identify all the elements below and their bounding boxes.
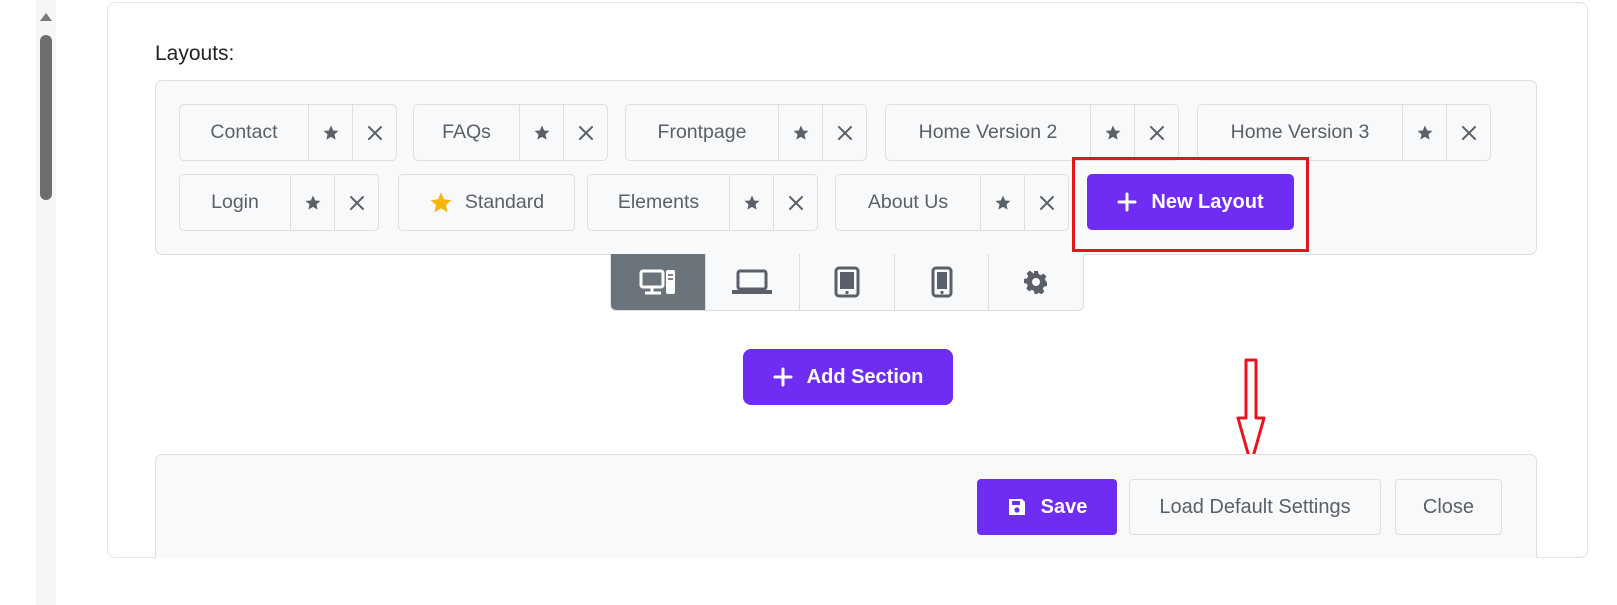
- laptop-button[interactable]: [704, 254, 800, 310]
- layouts-heading: Layouts:: [155, 42, 235, 65]
- layout-chip-home-version-3: Home Version 3: [1197, 104, 1491, 161]
- close-button[interactable]: Close: [1395, 479, 1502, 535]
- tablet-button[interactable]: [799, 254, 894, 310]
- star-icon[interactable]: [980, 175, 1024, 230]
- star-icon[interactable]: [519, 105, 563, 160]
- layout-name[interactable]: Home Version 3: [1198, 105, 1402, 160]
- close-icon[interactable]: [352, 105, 396, 160]
- annotation-highlight-box: [1072, 157, 1309, 252]
- star-icon[interactable]: [1090, 105, 1134, 160]
- scroll-up-arrow-icon[interactable]: [40, 13, 52, 21]
- layout-chip-about-us: About Us: [835, 174, 1069, 231]
- gear-icon: [1024, 270, 1048, 294]
- close-icon[interactable]: [1446, 105, 1490, 160]
- device-toolbar: [610, 254, 1084, 311]
- close-icon[interactable]: [1024, 175, 1068, 230]
- add-section-button[interactable]: Add Section: [743, 349, 953, 405]
- layout-chip-faqs: FAQs: [413, 104, 608, 161]
- close-icon[interactable]: [563, 105, 607, 160]
- layout-name-wrapper: Standard: [399, 175, 574, 230]
- star-icon[interactable]: [778, 105, 822, 160]
- layout-chip-standard[interactable]: Standard: [398, 174, 575, 231]
- annotation-down-arrow: [1236, 358, 1266, 466]
- layout-name[interactable]: Elements: [588, 175, 729, 230]
- scrollbar-thumb[interactable]: [40, 35, 52, 200]
- load-default-settings-button[interactable]: Load Default Settings: [1129, 479, 1381, 535]
- layout-name[interactable]: Contact: [180, 105, 308, 160]
- layout-name[interactable]: Login: [180, 175, 290, 230]
- close-icon[interactable]: [773, 175, 817, 230]
- layout-chip-home-version-2: Home Version 2: [885, 104, 1179, 161]
- layout-chip-frontpage: Frontpage: [625, 104, 867, 161]
- add-section-label: Add Section: [806, 365, 924, 388]
- save-label: Save: [1040, 495, 1088, 518]
- layout-name[interactable]: Home Version 2: [886, 105, 1090, 160]
- mobile-button[interactable]: [893, 254, 989, 310]
- mobile-icon: [931, 266, 953, 298]
- layout-name: Standard: [464, 191, 545, 213]
- save-button[interactable]: Save: [977, 479, 1117, 535]
- tablet-icon: [834, 266, 860, 298]
- layout-chip-login: Login: [179, 174, 379, 231]
- plus-icon: [773, 367, 793, 387]
- settings-button[interactable]: [988, 254, 1083, 310]
- close-icon[interactable]: [822, 105, 866, 160]
- star-icon[interactable]: [308, 105, 352, 160]
- star-icon[interactable]: [290, 175, 334, 230]
- layout-name[interactable]: FAQs: [414, 105, 519, 160]
- star-icon[interactable]: [1402, 105, 1446, 160]
- laptop-icon: [732, 269, 773, 294]
- close-icon[interactable]: [1134, 105, 1178, 160]
- star-icon[interactable]: [729, 175, 773, 230]
- save-icon: [1008, 499, 1025, 515]
- layout-name[interactable]: About Us: [836, 175, 980, 230]
- desktop-icon: [639, 269, 675, 295]
- layout-chip-contact: Contact: [179, 104, 397, 161]
- default-star-icon: [430, 192, 452, 212]
- close-icon[interactable]: [334, 175, 378, 230]
- layout-name[interactable]: Frontpage: [626, 105, 778, 160]
- desktop-button[interactable]: [611, 254, 705, 310]
- layout-chip-elements: Elements: [587, 174, 818, 231]
